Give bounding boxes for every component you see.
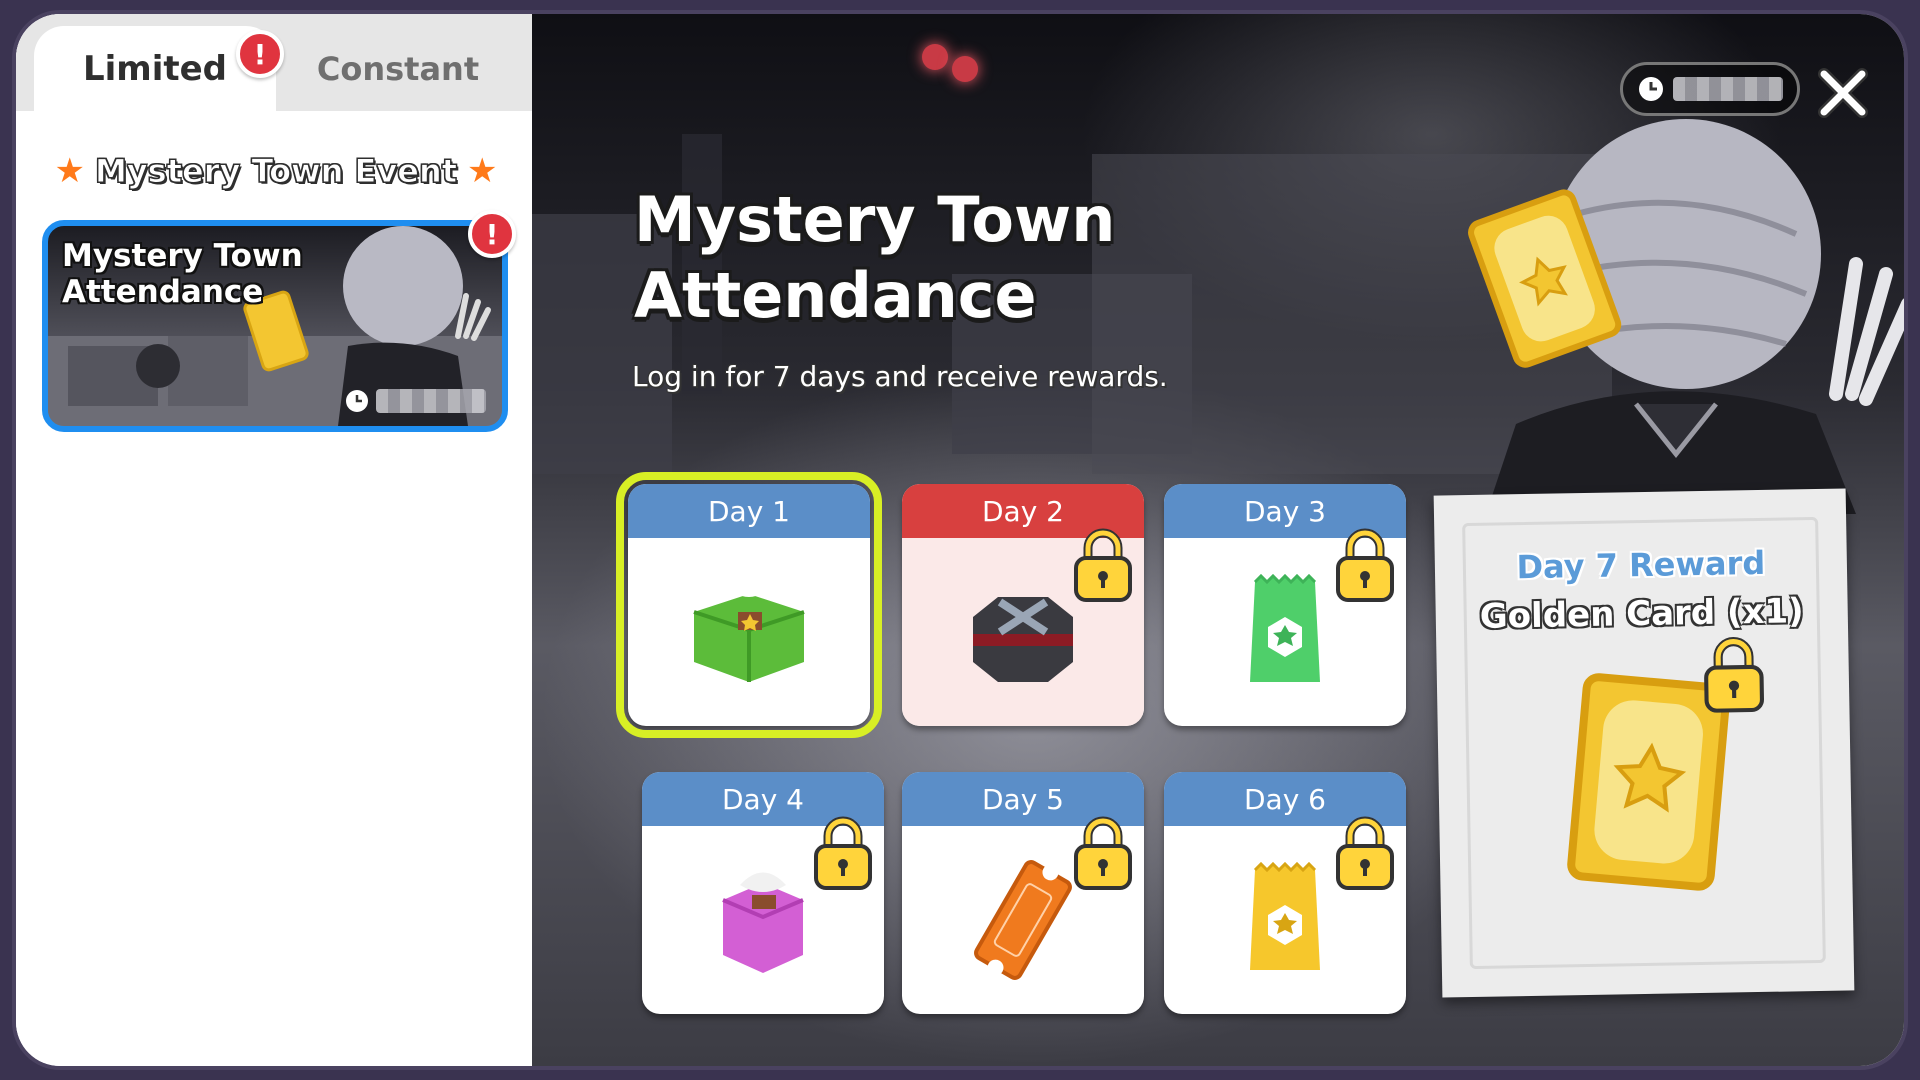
day-card-6[interactable]: Day 6 — [1164, 772, 1406, 1014]
alert-icon: ! — [253, 37, 267, 71]
day-card-2[interactable]: Day 2 — [902, 484, 1144, 726]
event-card-title-line2: Attendance — [62, 274, 264, 310]
event-sidebar: Limited ! Constant ★ Mystery Town Event … — [16, 14, 532, 1066]
timer-redacted — [376, 389, 486, 413]
day-card-3[interactable]: Day 3 — [1164, 484, 1406, 726]
day-card-4[interactable]: Day 4 — [642, 772, 884, 1014]
event-card-title: Mystery Town Attendance — [62, 238, 312, 310]
day-7-reward-name: Golden Card (x1) — [1479, 591, 1805, 637]
green-gift-box-icon — [693, 581, 805, 682]
tab-alert-badge: ! — [236, 30, 284, 78]
tab-limited[interactable]: Limited — [34, 26, 276, 111]
section-title: Mystery Town Event — [94, 152, 458, 191]
event-title-line2: Attendance — [634, 259, 1037, 332]
star-icon: ★ — [54, 151, 85, 191]
day-7-label: Day 7 Reward — [1516, 543, 1766, 587]
day-card-5[interactable]: Day 5 — [902, 772, 1144, 1014]
day-7-reward-card[interactable]: Day 7 Reward Golden Card (x1) — [1433, 488, 1855, 998]
star-icon: ★ — [467, 151, 498, 191]
tab-constant-label: Constant — [316, 49, 480, 88]
event-window: Limited ! Constant ★ Mystery Town Event … — [16, 14, 1904, 1066]
event-card-timer — [344, 388, 486, 414]
lock-icon — [1704, 637, 1765, 713]
lock-icon — [1074, 528, 1132, 602]
event-title: Mystery Town Attendance — [634, 182, 1254, 334]
alert-icon: ! — [485, 217, 499, 251]
day-card-1[interactable]: Day 1 — [616, 472, 882, 738]
tab-bar: Limited ! Constant — [16, 14, 532, 111]
mummy-character-art — [1468, 119, 1904, 514]
clock-icon — [346, 390, 368, 412]
event-card-alert-badge: ! — [468, 210, 516, 258]
lock-icon — [1074, 816, 1132, 890]
day-label: Day 1 — [628, 484, 870, 538]
event-subtitle: Log in for 7 days and receive rewards. — [632, 360, 1168, 393]
lock-icon — [814, 816, 872, 890]
section-header: ★ Mystery Town Event ★ — [46, 146, 506, 196]
event-card-title-line1: Mystery Town — [62, 238, 303, 274]
tab-limited-label: Limited — [82, 48, 228, 89]
event-title-line1: Mystery Town — [634, 183, 1116, 256]
tab-constant[interactable]: Constant — [280, 26, 516, 111]
lock-icon — [1336, 816, 1394, 890]
lock-icon — [1336, 528, 1394, 602]
event-card-mystery-town[interactable]: Mystery Town Attendance — [42, 220, 508, 432]
